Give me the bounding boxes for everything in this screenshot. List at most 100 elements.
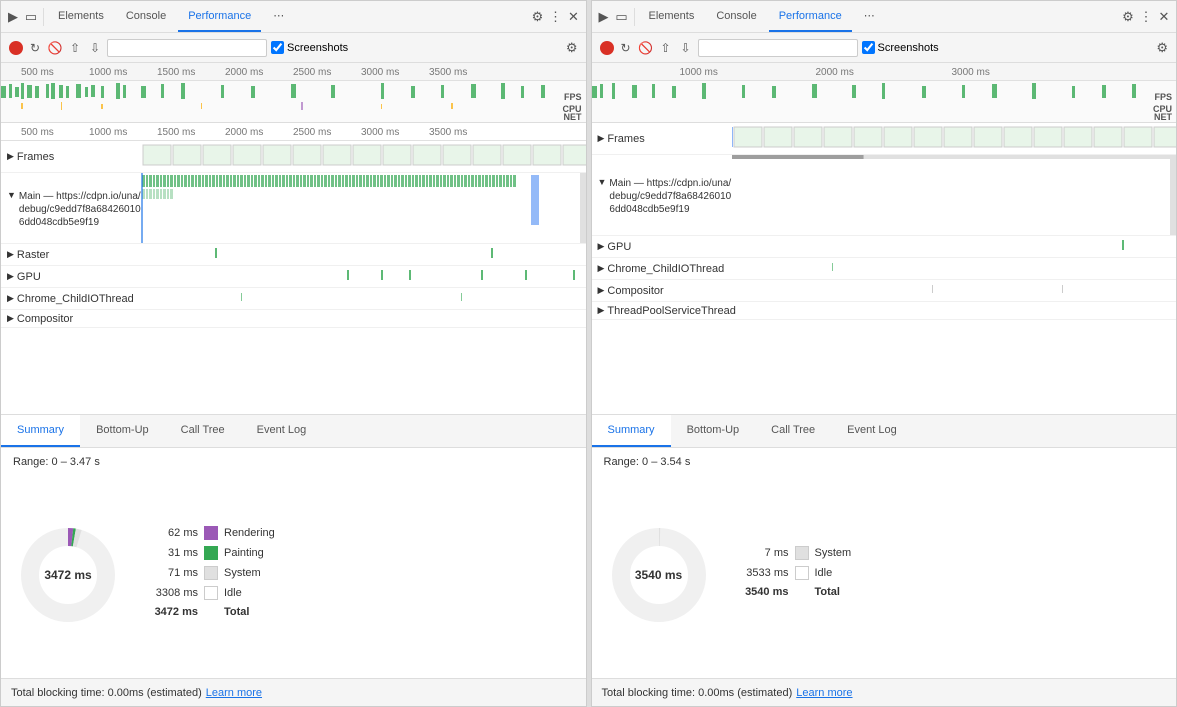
- track-scrollbar-left[interactable]: [580, 173, 586, 243]
- tab-bottom-up-right[interactable]: Bottom-Up: [671, 415, 756, 447]
- track-raster-label-left[interactable]: ▶ Raster: [1, 249, 141, 261]
- legend-row-painting: 31 ms Painting: [143, 546, 574, 560]
- tab-elements-left[interactable]: Elements: [48, 1, 114, 32]
- left-toolbar: ▶ ▭ Elements Console Performance ⋯ ⚙ ⋮ ✕: [1, 1, 586, 33]
- track-chrome-label-right[interactable]: ▶ Chrome_ChildIOThread: [592, 263, 732, 275]
- left-learn-more-link[interactable]: Learn more: [206, 687, 262, 699]
- right-footer: Total blocking time: 0.00ms (estimated) …: [592, 678, 1177, 706]
- idle-swatch-right: [795, 566, 809, 580]
- track-scrollbar-right[interactable]: [1170, 155, 1176, 235]
- track-frames-label-right[interactable]: ▶ Frames: [592, 133, 732, 145]
- screenshots-checkbox-left[interactable]: Screenshots: [271, 41, 348, 54]
- tab-summary-left[interactable]: Summary: [1, 415, 80, 447]
- import-icon-right[interactable]: ⇧: [658, 40, 674, 56]
- track-compositor-content-right: [732, 280, 1177, 301]
- export-icon-right[interactable]: ⇩: [678, 40, 694, 56]
- track-thread-label-right[interactable]: ▶ ThreadPoolServiceThread: [592, 305, 732, 317]
- track-main-label-left[interactable]: ▼ Main — https://cdpn.io/una/debug/c9edd…: [1, 188, 141, 229]
- left-footer: Total blocking time: 0.00ms (estimated) …: [1, 678, 586, 706]
- right-ruler-top: 1000 ms 2000 ms 3000 ms: [592, 63, 1177, 81]
- right-toolbar2: ↻ 🚫 ⇧ ⇩ cdpn.io #1 Screenshots ⚙: [592, 33, 1177, 63]
- url-input-left[interactable]: cdpn.io #1: [107, 39, 267, 57]
- right-learn-more-link[interactable]: Learn more: [796, 687, 852, 699]
- track-gpu-content-left: [141, 266, 586, 287]
- tab-performance-right[interactable]: Performance: [769, 1, 852, 32]
- settings-icon-left[interactable]: ⚙: [530, 9, 546, 25]
- left-summary-range: Range: 0 – 3.47 s: [1, 448, 586, 472]
- cursor-icon-right[interactable]: ▶: [596, 9, 612, 25]
- track-compositor-label-left[interactable]: ▶ Compositor: [1, 313, 141, 325]
- legend-row-idle: 3308 ms Idle: [143, 586, 574, 600]
- track-gpu-content-right: [732, 236, 1177, 257]
- perf-settings-icon-left[interactable]: ⚙: [566, 40, 578, 56]
- cursor-icon[interactable]: ▶: [5, 9, 21, 25]
- tab-call-tree-left[interactable]: Call Tree: [165, 415, 241, 447]
- track-chrome-content-right: [732, 258, 1177, 279]
- export-icon-left[interactable]: ⇩: [87, 40, 103, 56]
- screenshots-checkbox-right[interactable]: Screenshots: [862, 41, 939, 54]
- legend-row-total-right: 3540 ms Total: [734, 586, 1165, 598]
- track-compositor-label-right[interactable]: ▶ Compositor: [592, 285, 732, 297]
- painting-swatch: [204, 546, 218, 560]
- track-frames-right: ▶ Frames: [592, 123, 1177, 155]
- tab-call-tree-right[interactable]: Call Tree: [755, 415, 831, 447]
- ruler-label-2500: 2500 ms: [293, 67, 331, 78]
- tab-console-left[interactable]: Console: [116, 1, 176, 32]
- more-icon-left[interactable]: ⋮: [548, 9, 564, 25]
- settings-icon-right[interactable]: ⚙: [1120, 9, 1136, 25]
- record-button-right[interactable]: [600, 41, 614, 55]
- legend-row-total: 3472 ms Total: [143, 606, 574, 618]
- left-toolbar2: ↻ 🚫 ⇧ ⇩ cdpn.io #1 Screenshots ⚙: [1, 33, 586, 63]
- record-button-left[interactable]: [9, 41, 23, 55]
- track-compositor-right: ▶ Compositor: [592, 280, 1177, 302]
- tab-elements-right[interactable]: Elements: [639, 1, 705, 32]
- legend-row-system-right: 7 ms System: [734, 546, 1165, 560]
- track-chrome-content-left: [141, 288, 586, 309]
- url-input-right[interactable]: cdpn.io #1: [698, 39, 858, 57]
- idle-swatch: [204, 586, 218, 600]
- track-main-left: ▼ Main — https://cdpn.io/una/debug/c9edd…: [1, 173, 586, 244]
- right-summary-content: 3540 ms 7 ms System 3533 ms Idle 3540 ms: [592, 472, 1177, 678]
- tab-bottom-up-left[interactable]: Bottom-Up: [80, 415, 165, 447]
- tab-more-left[interactable]: ⋯: [263, 1, 294, 32]
- reload-icon-left[interactable]: ↻: [27, 40, 43, 56]
- tab-event-log-right[interactable]: Event Log: [831, 415, 913, 447]
- ruler-label-3000-right: 3000 ms: [952, 67, 990, 78]
- close-icon-right[interactable]: ✕: [1156, 9, 1172, 25]
- clear-icon-left[interactable]: 🚫: [47, 40, 63, 56]
- device-icon[interactable]: ▭: [23, 9, 39, 25]
- track-chrome-left: ▶ Chrome_ChildIOThread: [1, 288, 586, 310]
- tab-more-right[interactable]: ⋯: [854, 1, 885, 32]
- track-compositor-left: ▶ Compositor: [1, 310, 586, 328]
- left-donut-label: 3472 ms: [44, 568, 91, 582]
- legend-row-rendering: 62 ms Rendering: [143, 526, 574, 540]
- perf-settings-icon-right[interactable]: ⚙: [1156, 40, 1168, 56]
- left-summary-content: 3472 ms 62 ms Rendering 31 ms Painting 7…: [1, 472, 586, 678]
- right-toolbar: ▶ ▭ Elements Console Performance ⋯ ⚙ ⋮ ✕: [592, 1, 1177, 33]
- tab-summary-right[interactable]: Summary: [592, 415, 671, 447]
- import-icon-left[interactable]: ⇧: [67, 40, 83, 56]
- left-summary-panel: Range: 0 – 3.47 s 3472 ms: [1, 448, 586, 678]
- tab-event-log-left[interactable]: Event Log: [241, 415, 323, 447]
- tab-performance-left[interactable]: Performance: [178, 1, 261, 32]
- right-tracks-area: ▶ Frames: [592, 123, 1177, 414]
- clear-icon-right[interactable]: 🚫: [638, 40, 654, 56]
- net-label-right: NET: [1154, 112, 1172, 122]
- legend-row-system: 71 ms System: [143, 566, 574, 580]
- rendering-swatch: [204, 526, 218, 540]
- right-legend: 7 ms System 3533 ms Idle 3540 ms Total: [734, 546, 1165, 604]
- right-mini-overview: 1000 ms 2000 ms 3000 ms: [592, 63, 1177, 123]
- track-frames-label-left[interactable]: ▶ Frames: [1, 151, 141, 163]
- track-chrome-label-left[interactable]: ▶ Chrome_ChildIOThread: [1, 293, 141, 305]
- reload-icon-right[interactable]: ↻: [618, 40, 634, 56]
- device-icon-right[interactable]: ▭: [614, 9, 630, 25]
- track-gpu-label-left[interactable]: ▶ GPU: [1, 271, 141, 283]
- fps-bars-right: [592, 81, 1137, 101]
- track-frames-left: ▶ Frames: [1, 141, 586, 173]
- more-icon-right[interactable]: ⋮: [1138, 9, 1154, 25]
- track-gpu-label-right[interactable]: ▶ GPU: [592, 241, 732, 253]
- fps-bars-left: [1, 81, 546, 101]
- tab-console-right[interactable]: Console: [706, 1, 766, 32]
- close-icon-left[interactable]: ✕: [566, 9, 582, 25]
- track-main-label-right[interactable]: ▼ Main — https://cdpn.io/una/debug/c9edd…: [592, 175, 732, 216]
